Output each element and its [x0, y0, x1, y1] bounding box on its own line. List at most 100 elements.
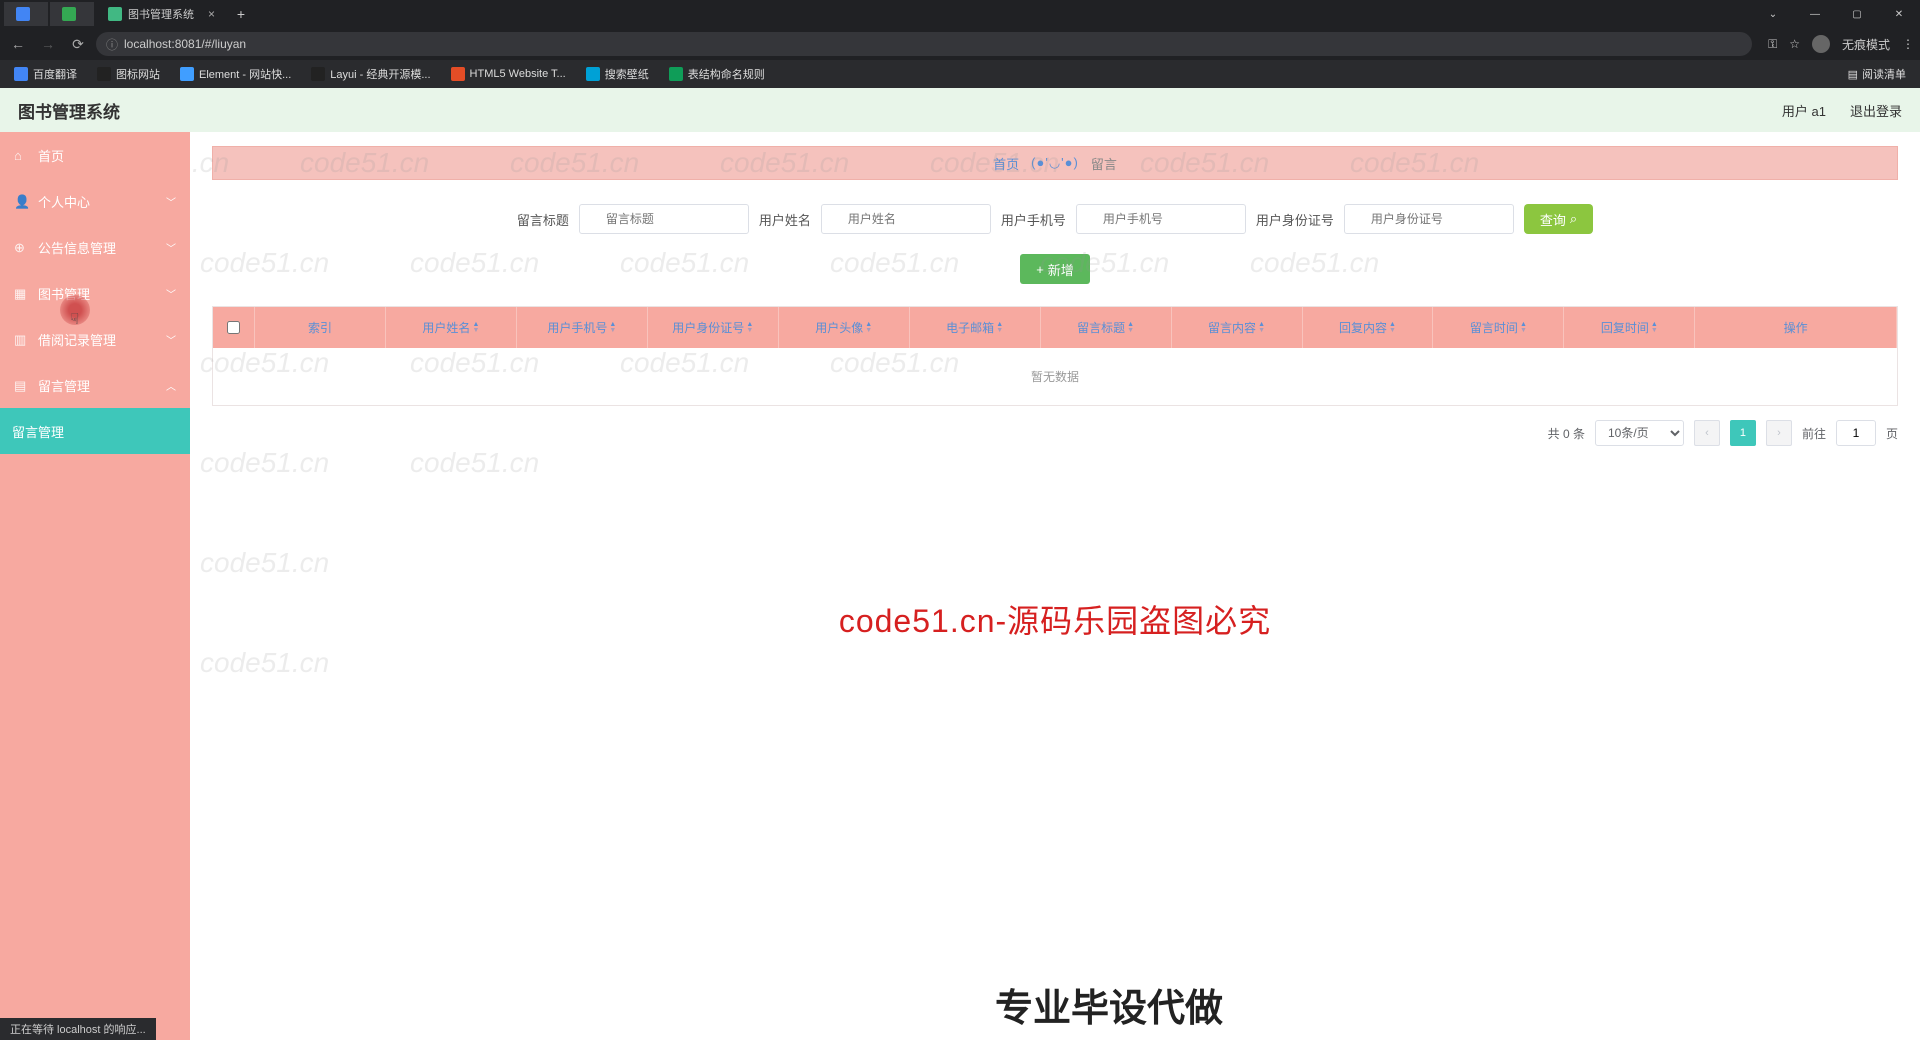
th-reply[interactable]: 回复内容▲▼ [1303, 307, 1434, 348]
bookmark-item[interactable]: 表结构命名规则 [661, 63, 773, 85]
bookmark-icon [14, 67, 28, 81]
sort-icon[interactable]: ▲▼ [472, 322, 479, 334]
bookmark-item[interactable]: 百度翻译 [6, 63, 85, 85]
th-idcard[interactable]: 用户身份证号▲▼ [648, 307, 779, 348]
bookmark-item[interactable]: Element - 网站快... [172, 63, 299, 85]
chevron-down-icon: ﹀ [166, 286, 176, 301]
incognito-icon [1812, 35, 1830, 53]
th-replytime[interactable]: 回复时间▲▼ [1564, 307, 1695, 348]
th-msgtime[interactable]: 留言时间▲▼ [1433, 307, 1564, 348]
window-close-icon[interactable]: ✕ [1878, 0, 1920, 28]
add-button[interactable]: +新增 [1020, 254, 1090, 284]
tab-strip: 图书管理系统 × + ⌄ — ▢ ✕ [0, 0, 1920, 28]
sort-icon[interactable]: ▲▼ [1651, 322, 1658, 334]
bookmark-item[interactable]: 图标网站 [89, 63, 168, 85]
bookmark-icon [669, 67, 683, 81]
menu-icon[interactable]: ⋮ [1902, 37, 1914, 51]
filter-row: 留言标题 ⌕ 用户姓名 ⌕ 用户手机号 ⌕ 用户身份证号 ⌕ 查询⌕ [212, 204, 1898, 234]
filter-label: 留言标题 [517, 210, 569, 229]
th-ops: 操作 [1695, 307, 1897, 348]
th-content[interactable]: 留言内容▲▼ [1172, 307, 1303, 348]
goto-suffix: 页 [1886, 425, 1898, 442]
reload-button[interactable]: ⟳ [66, 32, 90, 56]
bookmark-item[interactable]: HTML5 Website T... [443, 63, 574, 85]
th-title[interactable]: 留言标题▲▼ [1041, 307, 1172, 348]
sort-icon[interactable]: ▲▼ [746, 322, 753, 334]
address-row: ← → ⟳ ⓘ localhost:8081/#/liuyan ⚿ ☆ 无痕模式… [0, 28, 1920, 60]
home-icon: ⌂ [14, 148, 28, 162]
goto-page-input[interactable] [1836, 420, 1876, 446]
sidebar-item-home[interactable]: ⌂ 首页 [0, 132, 190, 178]
data-table: 索引 用户姓名▲▼ 用户手机号▲▼ 用户身份证号▲▼ 用户头像▲▼ 电子邮箱▲▼… [212, 306, 1898, 406]
sort-icon[interactable]: ▲▼ [1127, 322, 1134, 334]
bookmarks-row: 百度翻译 图标网站 Element - 网站快... Layui - 经典开源模… [0, 60, 1920, 88]
sidebar-item-notice[interactable]: ⊕ 公告信息管理 ﹀ [0, 224, 190, 270]
address-text: localhost:8081/#/liuyan [124, 37, 246, 51]
th-name[interactable]: 用户姓名▲▼ [386, 307, 517, 348]
window-caret-icon[interactable]: ⌄ [1752, 0, 1794, 28]
page-size-select[interactable]: 10条/页 [1595, 420, 1684, 446]
plus-icon: + [1036, 262, 1044, 277]
filter-title-input[interactable] [579, 204, 749, 234]
tab-title: 图书管理系统 [128, 6, 194, 22]
site-info-icon[interactable]: ⓘ [106, 36, 118, 53]
message-icon: ▤ [14, 378, 28, 392]
filter-id-input[interactable] [1344, 204, 1514, 234]
bookmark-item[interactable]: Layui - 经典开源模... [303, 63, 438, 85]
prev-page-button[interactable]: ‹ [1694, 420, 1720, 446]
bookmark-icon [180, 67, 194, 81]
app-header: 图书管理系统 用户 a1 退出登录 [0, 88, 1920, 132]
sort-icon[interactable]: ▲▼ [996, 322, 1003, 334]
sort-icon[interactable]: ▲▼ [1389, 322, 1396, 334]
window-minimize-icon[interactable]: — [1794, 0, 1836, 28]
breadcrumb-home[interactable]: 首页 [993, 154, 1019, 173]
key-icon[interactable]: ⚿ [1768, 37, 1777, 52]
window-maximize-icon[interactable]: ▢ [1836, 0, 1878, 28]
search-button[interactable]: 查询⌕ [1524, 204, 1593, 234]
tab-other-1[interactable] [4, 2, 48, 26]
select-all-checkbox[interactable] [227, 321, 240, 334]
search-icon: ⌕ [1570, 211, 1577, 227]
logout-link[interactable]: 退出登录 [1850, 101, 1902, 120]
sort-icon[interactable]: ▲▼ [1520, 322, 1527, 334]
th-phone[interactable]: 用户手机号▲▼ [517, 307, 648, 348]
sidebar: ⌂ 首页 👤 个人中心 ﹀ ⊕ 公告信息管理 ﹀ ▦ 图书管理 ﹀ ▥ 借阅记录… [0, 132, 190, 1040]
th-index[interactable]: 索引 [255, 307, 386, 348]
reading-list-icon: ▤ [1848, 68, 1858, 81]
star-icon[interactable]: ☆ [1789, 37, 1800, 51]
sort-icon[interactable]: ▲▼ [865, 322, 872, 334]
forward-button[interactable]: → [36, 32, 60, 56]
th-email[interactable]: 电子邮箱▲▼ [910, 307, 1041, 348]
bookmark-item[interactable]: 搜索壁纸 [578, 63, 657, 85]
sidebar-item-book[interactable]: ▦ 图书管理 ﹀ [0, 270, 190, 316]
back-button[interactable]: ← [6, 32, 30, 56]
sidebar-item-message[interactable]: ▤ 留言管理 ︿ [0, 362, 190, 408]
tab-other-2[interactable] [50, 2, 94, 26]
bookmark-icon [311, 67, 325, 81]
sidebar-item-profile[interactable]: 👤 个人中心 ﹀ [0, 178, 190, 224]
tab-active[interactable]: 图书管理系统 × [96, 2, 227, 26]
watermark-overlay-red: code51.cn-源码乐园盗图必究 [839, 596, 1271, 642]
sidebar-item-borrow[interactable]: ▥ 借阅记录管理 ﹀ [0, 316, 190, 362]
next-page-button[interactable]: › [1766, 420, 1792, 446]
globe-icon: ⊕ [14, 240, 28, 254]
filter-phone-input[interactable] [1076, 204, 1246, 234]
sidebar-subitem-message[interactable]: 留言管理 [0, 408, 190, 454]
filter-label: 用户手机号 [1001, 210, 1066, 229]
page-1-button[interactable]: 1 [1730, 420, 1756, 446]
filter-name-input[interactable] [821, 204, 991, 234]
sort-icon[interactable]: ▲▼ [1258, 322, 1265, 334]
user-label[interactable]: 用户 a1 [1782, 101, 1826, 120]
goto-label: 前往 [1802, 425, 1826, 442]
close-icon[interactable]: × [208, 7, 215, 21]
watermark-overlay-black: 专业毕设代做 [995, 977, 1223, 1032]
user-icon: 👤 [14, 194, 28, 208]
reading-list[interactable]: ▤阅读清单 [1840, 63, 1914, 85]
address-bar[interactable]: ⓘ localhost:8081/#/liuyan [96, 32, 1752, 56]
th-avatar[interactable]: 用户头像▲▼ [779, 307, 910, 348]
sort-icon[interactable]: ▲▼ [609, 322, 616, 334]
new-tab-button[interactable]: + [229, 2, 253, 26]
window-controls: ⌄ — ▢ ✕ [1752, 0, 1920, 28]
app-title: 图书管理系统 [18, 98, 120, 123]
status-bar: 正在等待 localhost 的响应... [0, 1018, 156, 1040]
